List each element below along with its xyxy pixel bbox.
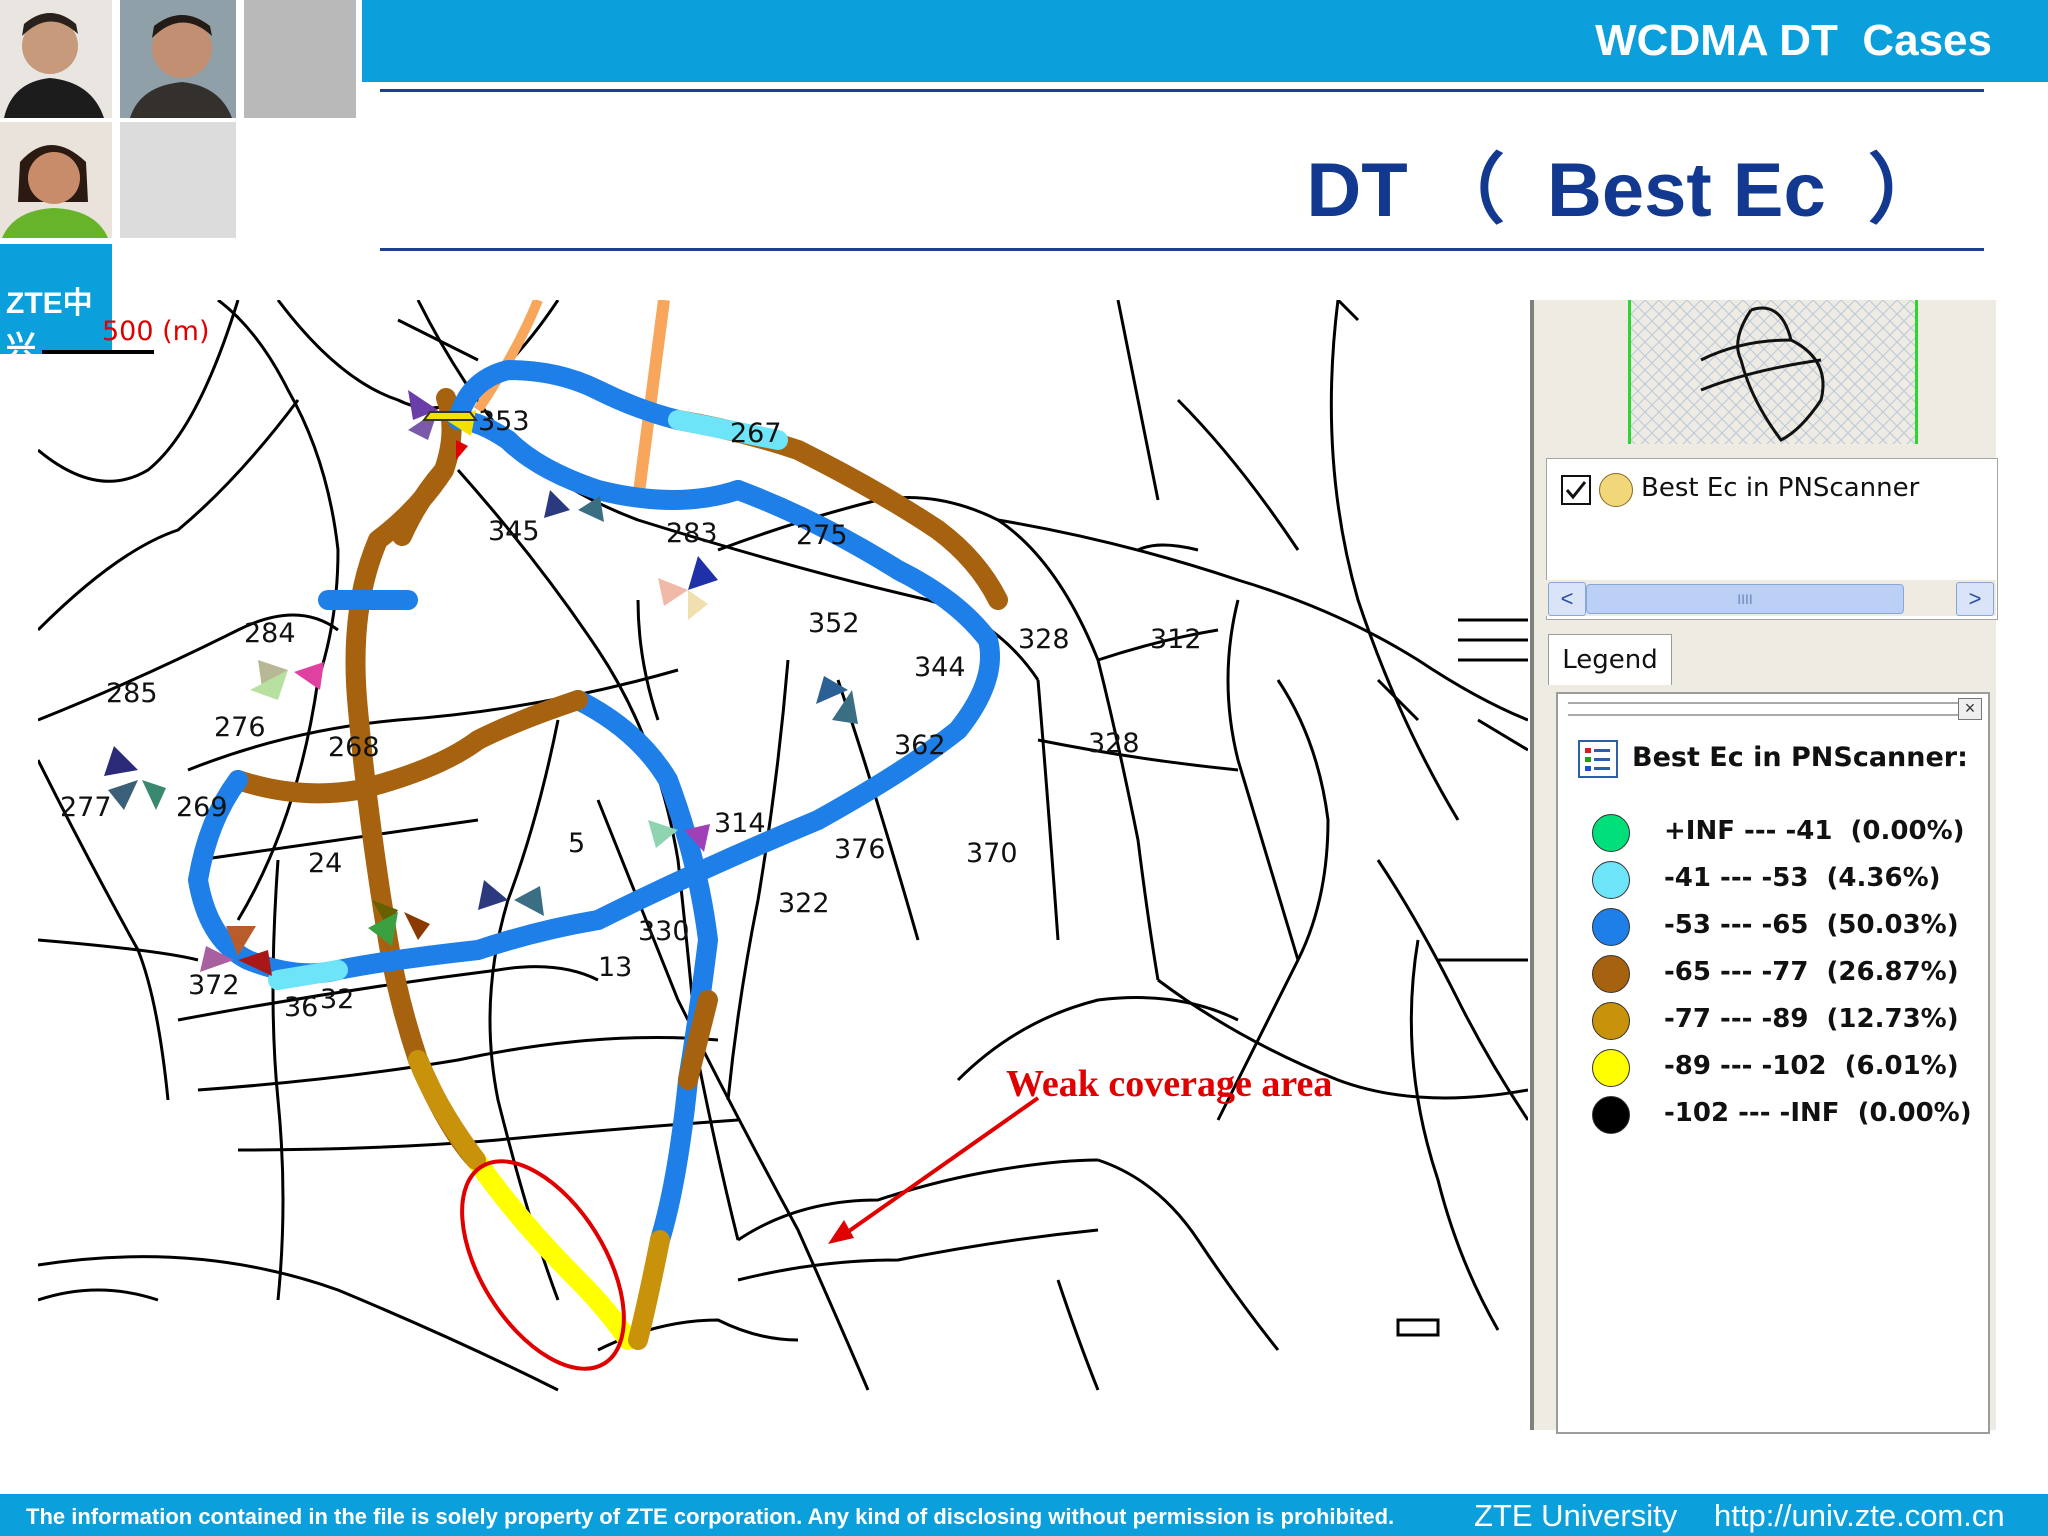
legend-swatch: [1592, 1049, 1630, 1087]
weak-coverage-label: Weak coverage area: [1006, 1063, 1332, 1105]
site-label: 13: [598, 952, 632, 983]
legend-grip[interactable]: [1568, 702, 1958, 716]
scroll-left-button[interactable]: <: [1548, 582, 1586, 616]
layer-name: Best Ec in PNScanner: [1641, 473, 1920, 503]
legend-range-label: -41 --- -53 (4.36%): [1664, 863, 1941, 893]
photo-gray-2: [120, 122, 236, 238]
legend-percent: (12.73%): [1826, 1004, 1959, 1034]
site-label: 314: [714, 808, 766, 839]
horizontal-scrollbar[interactable]: < IIII >: [1546, 580, 1996, 616]
site-label: 370: [966, 838, 1018, 869]
site-sectors: [104, 390, 858, 976]
legend-range-label: -102 --- -INF (0.00%): [1664, 1098, 1972, 1128]
legend-list-icon: [1578, 740, 1618, 778]
site-label: 268: [328, 732, 380, 763]
site-label: 345: [488, 516, 540, 547]
legend-range: -65 --- -77: [1664, 957, 1809, 987]
site-label: 362: [894, 730, 946, 761]
site-label: 376: [834, 834, 886, 865]
layer-icon: [1599, 473, 1633, 507]
flag-marker: [456, 440, 468, 460]
side-panel: Best Ec in PNScanner < IIII > Legend × B…: [1530, 300, 1998, 1434]
footer-url[interactable]: http://univ.zte.com.cn: [1714, 1498, 2005, 1534]
legend-range: -102 --- -INF: [1664, 1098, 1840, 1128]
legend-range-label: +INF --- -41 (0.00%): [1664, 816, 1965, 846]
site-label: 277: [60, 792, 112, 823]
site-label: 285: [106, 678, 158, 709]
site-label: 322: [778, 888, 830, 919]
header-title: WCDMA DT Cases: [1595, 16, 1992, 65]
page-title: DT （ Best Ec ）: [1306, 148, 1944, 233]
legend-swatch: [1592, 1002, 1630, 1040]
legend-percent: (0.00%): [1857, 1098, 1972, 1128]
highway-segment: [473, 300, 543, 413]
site-label: 352: [808, 608, 860, 639]
scroll-thumb[interactable]: IIII: [1586, 584, 1904, 614]
site-label: 267: [730, 418, 782, 449]
site-label: 276: [214, 712, 266, 743]
legend-percent: (50.03%): [1826, 910, 1959, 940]
site-label: 328: [1018, 624, 1070, 655]
tab-legend[interactable]: Legend: [1548, 634, 1672, 685]
legend-range: +INF --- -41: [1664, 816, 1833, 846]
footer-university: ZTE University: [1474, 1498, 1678, 1533]
legend-range: -89 --- -102: [1664, 1051, 1827, 1081]
legend-swatch: [1592, 814, 1630, 852]
site-label: 344: [914, 652, 966, 683]
legend-range-label: -89 --- -102 (6.01%): [1664, 1051, 1959, 1081]
legend-percent: (26.87%): [1826, 957, 1959, 987]
map-canvas[interactable]: 353 267 345 283 275 352 344 328 312 328 284 285 276 2…: [38, 300, 1528, 1430]
legend-close-button[interactable]: ×: [1958, 698, 1982, 720]
legend-range-label: -77 --- -89 (12.73%): [1664, 1004, 1959, 1034]
site-label: 5: [568, 828, 585, 859]
photo-gray-1: [244, 0, 356, 118]
scroll-right-button[interactable]: >: [1956, 582, 1994, 616]
legend-range-label: -53 --- -65 (50.03%): [1664, 910, 1959, 940]
overview-map[interactable]: [1628, 300, 1918, 444]
car-marker: [422, 411, 478, 421]
site-label: 353: [478, 406, 530, 437]
photo-man-1: [0, 0, 112, 118]
legend-range: -77 --- -89: [1664, 1004, 1809, 1034]
legend-title: Best Ec in PNScanner:: [1632, 742, 1968, 773]
legend-percent: (0.00%): [1850, 816, 1965, 846]
dt-map[interactable]: 353 267 345 283 275 352 344 328 312 328 284 285 276 2…: [38, 300, 1528, 1430]
site-label: 36: [284, 992, 318, 1023]
legend-range-label: -65 --- -77 (26.87%): [1664, 957, 1959, 987]
scale-label: 500 (m): [102, 316, 210, 347]
site-label: 275: [796, 520, 848, 551]
site-label: 372: [188, 970, 240, 1001]
layer-checkbox[interactable]: [1561, 475, 1591, 505]
site-label: 312: [1150, 624, 1202, 655]
bottom-rule: [380, 248, 1984, 251]
legend-percent: (6.01%): [1844, 1051, 1959, 1081]
legend-percent: (4.36%): [1826, 863, 1941, 893]
site-label: 330: [638, 916, 690, 947]
legend-swatch: [1592, 908, 1630, 946]
photo-woman: [0, 122, 112, 238]
legend-swatch: [1592, 861, 1630, 899]
photo-man-2: [120, 0, 236, 118]
site-label: 283: [666, 518, 718, 549]
legend-range: -41 --- -53: [1664, 863, 1809, 893]
arrowhead-icon: [828, 1220, 854, 1244]
site-label: 284: [244, 618, 296, 649]
site-label: 24: [308, 848, 342, 879]
header-bar: WCDMA DT Cases: [362, 0, 2048, 82]
site-label: 32: [320, 984, 354, 1015]
legend-swatch: [1592, 1096, 1630, 1134]
site-label: 328: [1088, 728, 1140, 759]
legend-window: × Best Ec in PNScanner: +INF --- -41 (0.…: [1556, 692, 1990, 1434]
footer-bar: The information contained in the file is…: [0, 1494, 2048, 1536]
top-rule: [380, 89, 1984, 92]
footer-note: The information contained in the file is…: [26, 1504, 1395, 1529]
site-label: 269: [176, 792, 228, 823]
legend-range: -53 --- -65: [1664, 910, 1809, 940]
weak-coverage-ellipse: [460, 1159, 626, 1371]
legend-swatch: [1592, 955, 1630, 993]
